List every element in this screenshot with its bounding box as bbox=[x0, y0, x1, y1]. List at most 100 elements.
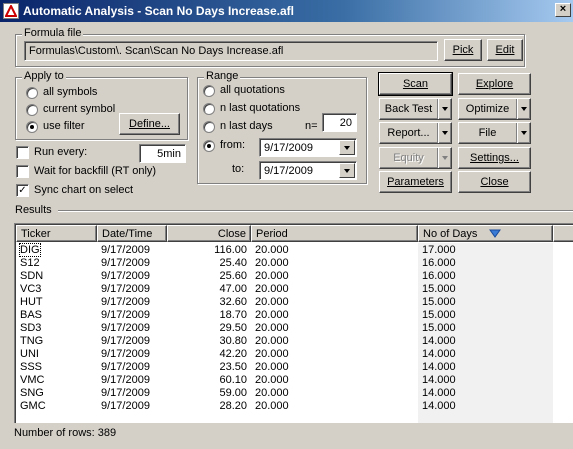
table-cell: 20.000 bbox=[251, 244, 418, 257]
table-cell: 9/17/2009 bbox=[97, 400, 167, 413]
table-cell-text: 20.000 bbox=[255, 387, 289, 399]
column-header-no-of-days-label: No of Days bbox=[423, 228, 478, 240]
to-date-dropdown-icon[interactable] bbox=[339, 163, 355, 178]
column-header-datetime[interactable]: Date/Time bbox=[97, 225, 167, 242]
table-cell: 14.000 bbox=[418, 387, 553, 400]
table-row[interactable]: SNG 9/17/2009 59.00 20.000 14.000 bbox=[16, 387, 553, 400]
n-input[interactable]: 20 bbox=[322, 113, 357, 132]
table-cell-text: 20.000 bbox=[255, 361, 289, 373]
close-window-icon[interactable]: × bbox=[555, 3, 571, 17]
define-button-label: Define... bbox=[129, 118, 170, 130]
formula-path-text: Formulas\Custom\. Scan\Scan No Days Incr… bbox=[29, 45, 284, 57]
table-row[interactable]: HUT 9/17/2009 32.60 20.000 15.000 bbox=[16, 296, 553, 309]
radio-n-last-quotations[interactable] bbox=[203, 103, 215, 115]
radio-from[interactable] bbox=[203, 140, 215, 152]
table-cell: 20.000 bbox=[251, 322, 418, 335]
results-divider bbox=[58, 210, 573, 212]
table-cell-text: DIG bbox=[19, 243, 41, 257]
table-row[interactable]: UNI 9/17/2009 42.20 20.000 14.000 bbox=[16, 348, 553, 361]
from-date-dropdown-icon[interactable] bbox=[339, 140, 355, 155]
table-cell-text: VMC bbox=[20, 374, 45, 386]
scan-button[interactable]: Scan bbox=[378, 72, 453, 96]
formula-path-field[interactable]: Formulas\Custom\. Scan\Scan No Days Incr… bbox=[24, 41, 438, 61]
scan-button-label: Scan bbox=[402, 78, 429, 90]
pick-button[interactable]: Pick bbox=[444, 39, 482, 61]
table-cell: 9/17/2009 bbox=[97, 257, 167, 270]
table-cell-text: 30.80 bbox=[219, 335, 247, 347]
table-row[interactable]: DIG 9/17/2009 116.00 20.000 17.000 bbox=[16, 243, 553, 257]
from-date-picker[interactable]: 9/17/2009 bbox=[259, 138, 357, 157]
table-cell: 20.000 bbox=[251, 270, 418, 283]
table-row[interactable]: SD3 9/17/2009 29.50 20.000 15.000 bbox=[16, 322, 553, 335]
file-dropdown-icon[interactable] bbox=[516, 123, 530, 143]
table-cell-text: 116.00 bbox=[214, 244, 247, 256]
edit-button[interactable]: Edit bbox=[487, 39, 523, 61]
table-cell: 20.000 bbox=[251, 348, 418, 361]
table-cell: 14.000 bbox=[418, 361, 553, 374]
parameters-button[interactable]: Parameters bbox=[379, 171, 452, 193]
table-cell: 14.000 bbox=[418, 374, 553, 387]
radio-all-quotations[interactable] bbox=[203, 85, 215, 97]
optimize-button[interactable]: Optimize bbox=[458, 98, 531, 120]
close-button[interactable]: Close bbox=[458, 171, 531, 193]
table-cell: UNI bbox=[16, 348, 97, 361]
equity-button[interactable]: Equity bbox=[379, 147, 452, 169]
to-date-picker[interactable]: 9/17/2009 bbox=[259, 161, 357, 180]
table-cell-text: 14.000 bbox=[422, 387, 456, 399]
table-cell-text: 9/17/2009 bbox=[101, 270, 150, 282]
table-cell: 20.000 bbox=[251, 335, 418, 348]
table-row[interactable]: BAS 9/17/2009 18.70 20.000 15.000 bbox=[16, 309, 553, 322]
table-cell: 30.80 bbox=[167, 335, 251, 348]
table-row[interactable]: GMC 9/17/2009 28.20 20.000 14.000 bbox=[16, 400, 553, 413]
to-label: to: bbox=[232, 163, 245, 175]
table-cell-text: 20.000 bbox=[255, 322, 289, 334]
table-row[interactable]: VC3 9/17/2009 47.00 20.000 15.000 bbox=[16, 283, 553, 296]
column-header-ticker[interactable]: Ticker bbox=[16, 225, 97, 242]
column-header-period[interactable]: Period bbox=[251, 225, 418, 242]
report-button[interactable]: Report... bbox=[379, 122, 452, 144]
table-cell: 20.000 bbox=[251, 296, 418, 309]
column-header-close[interactable]: Close bbox=[167, 225, 251, 242]
define-button[interactable]: Define... bbox=[119, 113, 180, 135]
table-row[interactable]: TNG 9/17/2009 30.80 20.000 14.000 bbox=[16, 335, 553, 348]
table-row[interactable]: S12 9/17/2009 25.40 20.000 16.000 bbox=[16, 257, 553, 270]
table-cell-text: 20.000 bbox=[255, 374, 289, 386]
optimize-button-label: Optimize bbox=[465, 103, 510, 115]
file-button[interactable]: File bbox=[458, 122, 531, 144]
back-test-dropdown-icon[interactable] bbox=[437, 99, 451, 119]
settings-button[interactable]: Settings... bbox=[458, 147, 531, 169]
radio-current-symbol[interactable] bbox=[26, 104, 38, 116]
table-cell-text: 15.000 bbox=[422, 322, 456, 334]
table-row[interactable]: SDN 9/17/2009 25.60 20.000 16.000 bbox=[16, 270, 553, 283]
radio-use-filter[interactable] bbox=[26, 121, 38, 133]
table-row[interactable]: SSS 9/17/2009 23.50 20.000 14.000 bbox=[16, 361, 553, 374]
radio-n-last-days[interactable] bbox=[203, 121, 215, 133]
table-cell: 25.60 bbox=[167, 270, 251, 283]
explore-button[interactable]: Explore bbox=[458, 73, 531, 95]
report-dropdown-icon[interactable] bbox=[437, 123, 451, 143]
table-cell: SSS bbox=[16, 361, 97, 374]
back-test-button[interactable]: Back Test bbox=[379, 98, 452, 120]
table-cell: 15.000 bbox=[418, 309, 553, 322]
table-cell: GMC bbox=[16, 400, 97, 413]
optimize-dropdown-icon[interactable] bbox=[516, 99, 530, 119]
column-header-no-of-days[interactable]: No of Days bbox=[418, 225, 553, 242]
results-list[interactable]: Ticker Date/Time Close Period No of Days… bbox=[14, 223, 573, 423]
table-cell: 20.000 bbox=[251, 283, 418, 296]
run-every-input[interactable]: 5min bbox=[139, 144, 186, 163]
table-cell: 14.000 bbox=[418, 400, 553, 413]
table-cell: 9/17/2009 bbox=[97, 309, 167, 322]
back-test-button-label: Back Test bbox=[384, 103, 433, 115]
table-cell-text: 20.000 bbox=[255, 348, 289, 360]
run-every-checkbox[interactable] bbox=[16, 146, 29, 159]
table-row[interactable]: VMC 9/17/2009 60.10 20.000 14.000 bbox=[16, 374, 553, 387]
sync-chart-checkbox[interactable]: ✓ bbox=[16, 184, 29, 197]
table-cell: TNG bbox=[16, 335, 97, 348]
equity-dropdown-icon[interactable] bbox=[437, 148, 451, 168]
pick-button-label: Pick bbox=[452, 44, 474, 56]
radio-all-symbols[interactable] bbox=[26, 87, 38, 99]
table-cell-text: 28.20 bbox=[219, 400, 247, 412]
table-cell-text: 14.000 bbox=[422, 335, 456, 347]
table-cell-text: 15.000 bbox=[422, 283, 456, 295]
wait-backfill-checkbox[interactable] bbox=[16, 165, 29, 178]
